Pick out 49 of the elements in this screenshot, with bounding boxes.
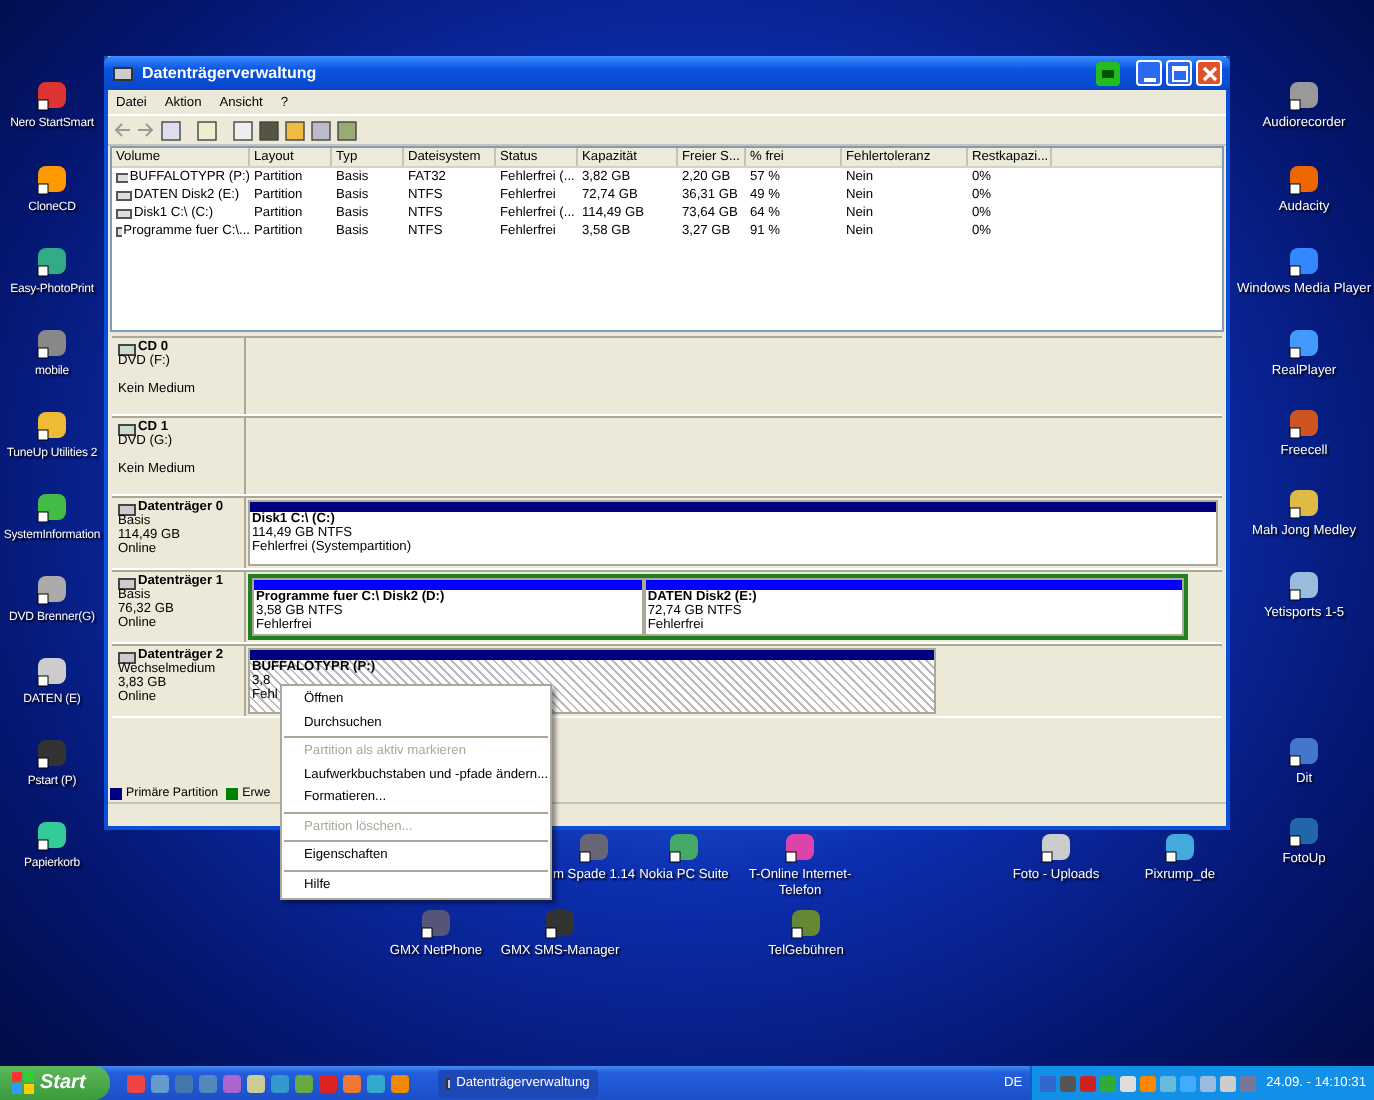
tray-app-icon[interactable] — [1096, 61, 1120, 85]
cd-drive-icon — [118, 342, 136, 356]
maximize-icon — [1171, 65, 1187, 81]
quick-launch-icon[interactable] — [293, 1073, 314, 1093]
shortcut-icon[interactable] — [1288, 164, 1320, 196]
shortcut-icon[interactable] — [784, 832, 816, 864]
close-button[interactable] — [1196, 60, 1222, 86]
flag-icon — [12, 1072, 34, 1094]
window-title: Datenträgerverwaltung — [142, 64, 317, 82]
shortcut-icon[interactable] — [1288, 816, 1320, 848]
shortcut-icon[interactable] — [1288, 328, 1320, 360]
shortcut-icon[interactable] — [1288, 488, 1320, 520]
shortcut-icon[interactable] — [790, 908, 822, 940]
toolbar-icon[interactable] — [310, 119, 332, 141]
shortcut-icon[interactable] — [578, 832, 610, 864]
quick-launch-icon[interactable] — [245, 1073, 266, 1093]
close-icon — [1201, 65, 1217, 81]
shortcut-icon[interactable] — [1164, 832, 1196, 864]
shortcut-icon[interactable] — [1288, 246, 1320, 278]
shortcut-icon[interactable] — [1040, 832, 1072, 864]
cd-drive-icon — [118, 422, 136, 436]
shortcut-icon[interactable] — [36, 80, 68, 112]
shortcut-icon[interactable] — [36, 656, 68, 688]
toolbar-icon[interactable] — [160, 119, 182, 141]
maximize-button[interactable] — [1166, 60, 1192, 86]
shortcut-icon[interactable] — [36, 574, 68, 606]
toolbar-icon[interactable] — [196, 119, 218, 141]
quick-launch-icon[interactable] — [389, 1073, 410, 1093]
minimize-icon — [1143, 77, 1155, 81]
shortcut-icon[interactable] — [36, 328, 68, 360]
shortcut-icon[interactable] — [36, 738, 68, 770]
toolbar-icon[interactable] — [336, 119, 358, 141]
shortcut-icon[interactable] — [36, 820, 68, 852]
shortcut-icon[interactable] — [1288, 80, 1320, 112]
toolbar-icon[interactable] — [284, 119, 306, 141]
shortcut-icon[interactable] — [36, 246, 68, 278]
shortcut-icon[interactable] — [544, 908, 576, 940]
shortcut-icon[interactable] — [36, 410, 68, 442]
shortcut-icon[interactable] — [420, 908, 452, 940]
shortcut-icon[interactable] — [1288, 736, 1320, 768]
shortcut-icon[interactable] — [1288, 570, 1320, 602]
minimize-button[interactable] — [1136, 60, 1162, 86]
shortcut-icon[interactable] — [1288, 408, 1320, 440]
toolbar-icon[interactable] — [258, 119, 280, 141]
shortcut-icon[interactable] — [36, 492, 68, 524]
toolbar-icon[interactable] — [232, 119, 254, 141]
quick-launch-icon[interactable] — [365, 1073, 386, 1093]
shortcut-icon[interactable] — [668, 832, 700, 864]
shortcut-icon[interactable] — [36, 164, 68, 196]
